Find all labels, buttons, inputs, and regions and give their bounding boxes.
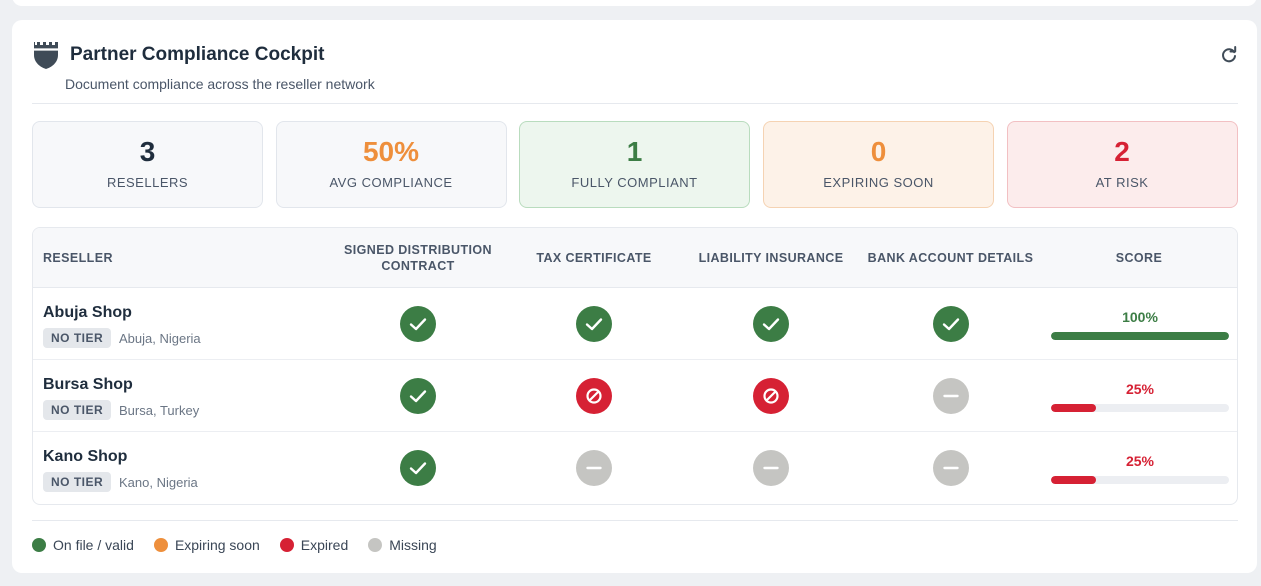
score-bar-fill <box>1051 404 1096 412</box>
stats-row: 3 RESELLERS 50% AVG COMPLIANCE 1 FULLY C… <box>32 121 1238 208</box>
table-row[interactable]: Bursa Shop NO TIER Bursa, Turkey 25% <box>33 360 1237 432</box>
status-valid[interactable] <box>753 306 789 342</box>
score-percent: 25% <box>1125 453 1155 469</box>
dash-icon <box>763 466 779 470</box>
legend-dot <box>368 538 383 552</box>
ban-icon <box>586 388 602 404</box>
status-legend: On file / valid Expiring soon Expired Mi… <box>32 535 457 555</box>
stat-fully-compliant: 1 FULLY COMPLIANT <box>519 121 750 208</box>
legend-item-valid: On file / valid <box>32 537 134 553</box>
stat-value: 50% <box>362 136 420 167</box>
status-valid[interactable] <box>400 378 436 414</box>
stat-label: AVG COMPLIANCE <box>329 175 453 190</box>
status-missing[interactable] <box>933 378 969 414</box>
stat-value: 3 <box>139 136 156 167</box>
status-valid[interactable] <box>933 306 969 342</box>
check-icon <box>762 318 780 331</box>
tier-badge: NO TIER <box>43 472 112 492</box>
status-valid[interactable] <box>400 306 436 342</box>
tier-badge: NO TIER <box>43 400 112 420</box>
stat-resellers: 3 RESELLERS <box>32 121 263 208</box>
stat-label: FULLY COMPLIANT <box>571 175 698 190</box>
stat-avg-compliance: 50% AVG COMPLIANCE <box>275 121 507 208</box>
stat-label: EXPIRING SOON <box>823 175 934 190</box>
check-icon <box>409 318 427 331</box>
legend-item-missing: Missing <box>368 537 437 553</box>
column-header-score: SCORE <box>1115 251 1163 265</box>
legend-item-expired: Expired <box>279 537 349 553</box>
check-icon <box>942 318 960 331</box>
stat-at-risk: 2 AT RISK <box>1006 121 1238 208</box>
table-row[interactable]: Abuja Shop NO TIER Abuja, Nigeria 100% <box>33 288 1237 360</box>
dash-icon <box>943 394 959 398</box>
table-row[interactable]: Kano Shop NO TIER Kano, Nigeria 25% <box>33 432 1237 504</box>
refresh-icon[interactable] <box>1220 46 1238 64</box>
stat-value: 0 <box>870 136 887 167</box>
legend-divider <box>32 520 1238 521</box>
score-bar <box>1051 332 1229 340</box>
previous-card <box>12 0 1257 6</box>
stat-label: AT RISK <box>1095 175 1149 190</box>
legend-dot <box>153 538 168 552</box>
reseller-name[interactable]: Abuja Shop <box>43 304 132 322</box>
stat-label: RESELLERS <box>106 175 189 190</box>
score-bar <box>1051 404 1229 412</box>
ban-icon <box>763 388 779 404</box>
legend-label: Expired <box>300 537 349 553</box>
status-valid[interactable] <box>400 450 436 486</box>
legend-dot <box>279 538 294 552</box>
column-header-bank: BANK ACCOUNT DETAILS <box>867 251 1034 265</box>
score-bar <box>1051 476 1229 484</box>
tier-badge: NO TIER <box>43 328 112 348</box>
status-valid[interactable] <box>576 306 612 342</box>
legend-label: Missing <box>389 537 437 553</box>
stat-value: 2 <box>1114 136 1130 167</box>
score-percent: 100% <box>1122 309 1158 325</box>
shield-icon <box>34 42 58 69</box>
column-header-insurance: LIABILITY INSURANCE <box>698 251 844 265</box>
header-divider <box>32 103 1238 104</box>
reseller-location: Bursa, Turkey <box>119 403 200 418</box>
reseller-name[interactable]: Kano Shop <box>43 448 127 466</box>
card-header: Partner Compliance Cockpit Document comp… <box>32 40 1238 104</box>
status-missing[interactable] <box>753 450 789 486</box>
column-header-contract: SIGNED DISTRIBUTION CONTRACT <box>344 243 492 273</box>
reseller-name[interactable]: Bursa Shop <box>43 376 133 394</box>
column-header-tax: TAX CERTIFICATE <box>536 251 652 265</box>
status-missing[interactable] <box>576 450 612 486</box>
legend-label: On file / valid <box>53 537 134 553</box>
table-header: RESELLER SIGNED DISTRIBUTION CONTRACT TA… <box>33 228 1237 288</box>
status-expired[interactable] <box>753 378 789 414</box>
score-bar-fill <box>1051 476 1096 484</box>
legend-label: Expiring soon <box>174 537 260 553</box>
check-icon <box>409 462 427 475</box>
stat-expiring-soon: 0 EXPIRING SOON <box>763 121 994 208</box>
page-subtitle: Document compliance across the reseller … <box>65 76 375 92</box>
legend-dot <box>32 538 46 552</box>
score-bar-fill <box>1051 332 1229 340</box>
check-icon <box>409 390 427 403</box>
status-expired[interactable] <box>576 378 612 414</box>
legend-item-expiring: Expiring soon <box>153 537 260 553</box>
status-missing[interactable] <box>933 450 969 486</box>
compliance-cockpit-card: Partner Compliance Cockpit Document comp… <box>12 20 1257 573</box>
dash-icon <box>586 466 602 470</box>
dash-icon <box>943 466 959 470</box>
reseller-location: Abuja, Nigeria <box>119 331 201 346</box>
stat-value: 1 <box>626 136 643 167</box>
column-header-reseller: RESELLER <box>43 251 113 265</box>
page-title: Partner Compliance Cockpit <box>70 44 325 65</box>
score-percent: 25% <box>1125 381 1155 397</box>
compliance-table: RESELLER SIGNED DISTRIBUTION CONTRACT TA… <box>32 227 1238 505</box>
check-icon <box>585 318 603 331</box>
reseller-location: Kano, Nigeria <box>119 475 198 490</box>
